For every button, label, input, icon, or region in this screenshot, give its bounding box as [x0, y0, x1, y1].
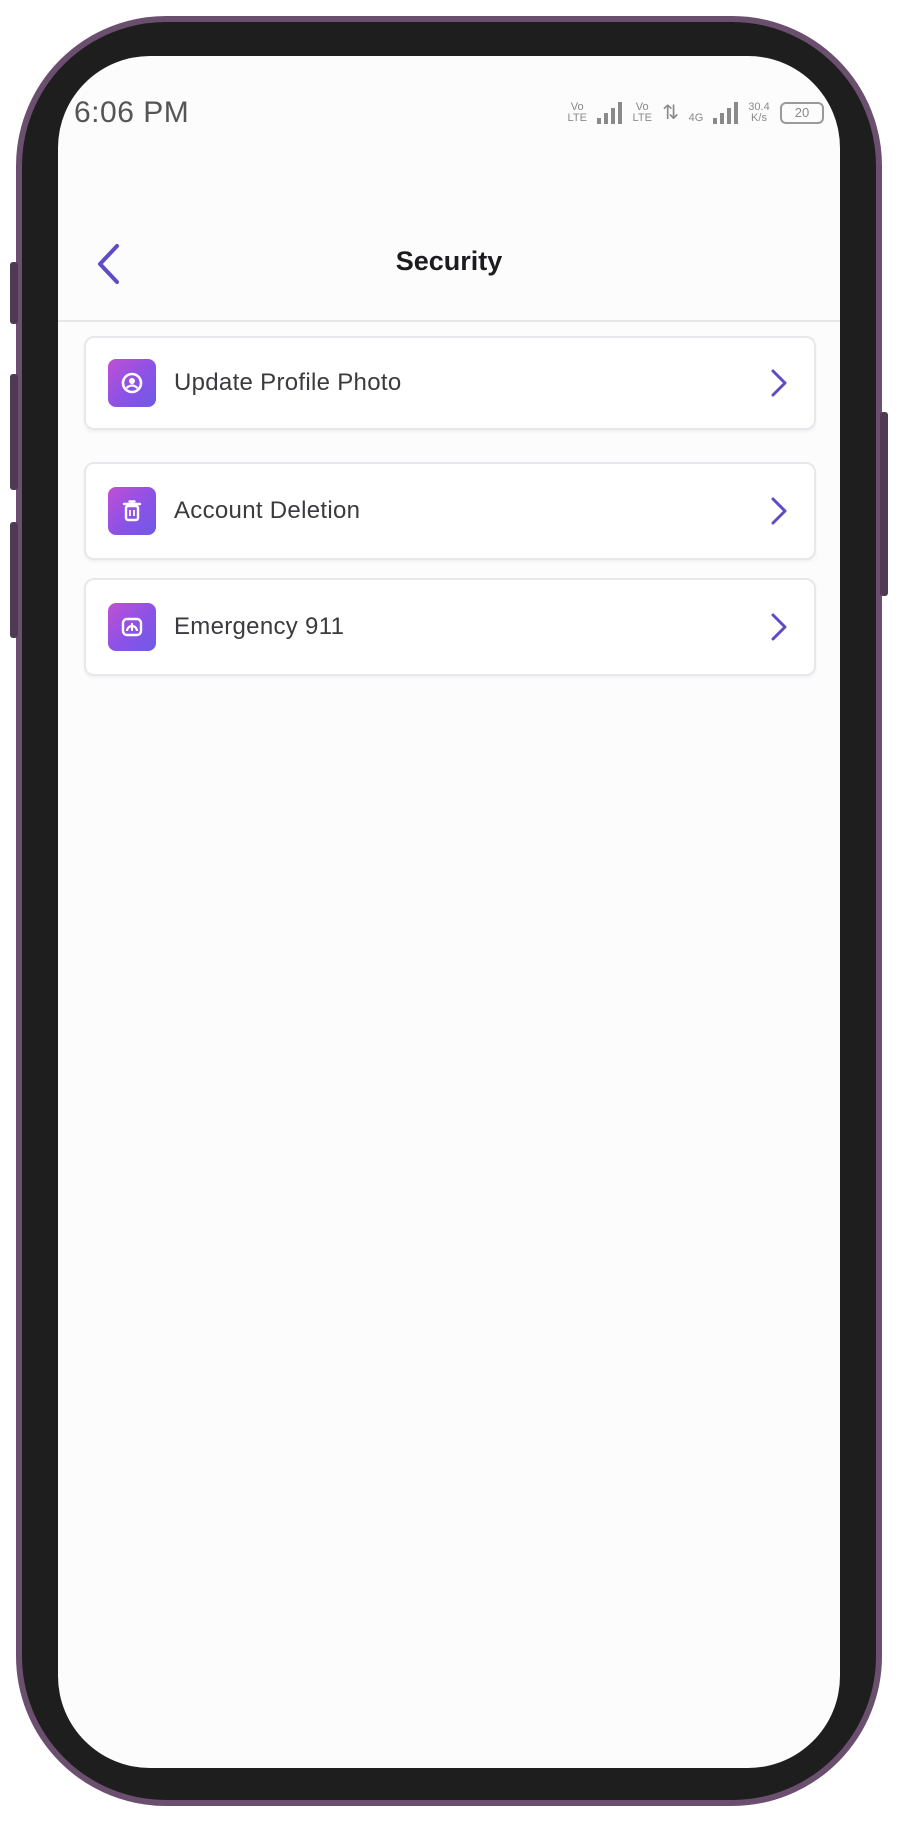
- network-type-label: 4G: [688, 112, 704, 124]
- menu-item-label: Emergency 911: [174, 613, 345, 640]
- side-key: [880, 412, 888, 596]
- chevron-right-icon: [764, 368, 794, 398]
- page-title: Security: [395, 246, 503, 276]
- chevron-right-icon: [764, 496, 794, 526]
- status-time: 6:06 PM: [74, 96, 190, 129]
- power-button: [10, 262, 18, 324]
- data-transfer-icon: ⇅: [662, 102, 679, 124]
- volume-down-button: [10, 522, 18, 638]
- signal-2-icon: [713, 100, 738, 124]
- profile-photo-icon: [108, 359, 156, 407]
- volte-2-label: Vo LTE: [632, 101, 652, 124]
- trash-icon: [108, 487, 156, 535]
- volume-up-button: [10, 374, 18, 490]
- menu-item-label: Account Deletion: [174, 497, 361, 524]
- chevron-right-icon: [764, 612, 794, 642]
- menu-item-label: Update Profile Photo: [174, 369, 402, 396]
- signal-1-icon: [597, 100, 623, 124]
- volte-1-label: Vo LTE: [567, 101, 587, 124]
- header-bar: Security: [58, 176, 840, 322]
- emergency-911-item[interactable]: Emergency 911: [84, 578, 816, 676]
- speed-label: 30.4 K/s: [748, 101, 770, 124]
- account-deletion-item[interactable]: Account Deletion: [84, 462, 816, 560]
- battery-icon: 20: [780, 102, 824, 124]
- app-screen: 6:06 PM Vo LTE Vo LTE ⇅ 4G 30.4 K/s 20 S…: [58, 56, 840, 1768]
- status-bar: 6:06 PM Vo LTE Vo LTE ⇅ 4G 30.4 K/s 20: [58, 56, 840, 176]
- status-icons: Vo LTE Vo LTE ⇅ 4G 30.4 K/s 20: [565, 100, 824, 124]
- update-profile-photo-item[interactable]: Update Profile Photo: [84, 336, 816, 430]
- emergency-icon: [108, 603, 156, 651]
